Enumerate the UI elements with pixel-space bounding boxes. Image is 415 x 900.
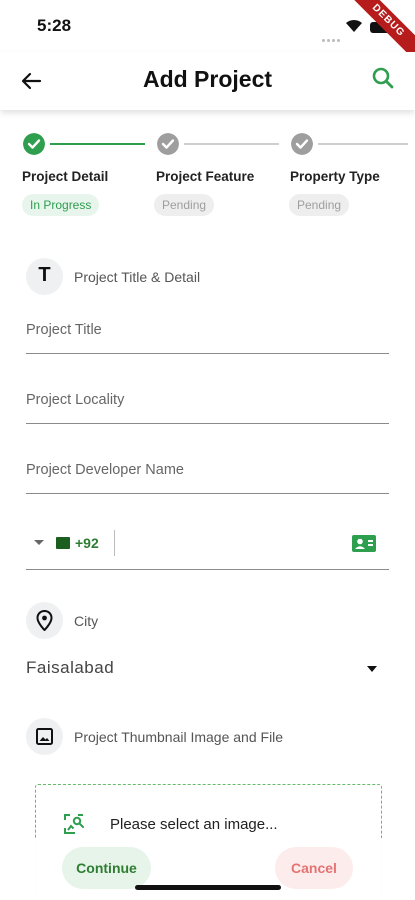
- status-bar: 5:28 DEBUG: [0, 0, 415, 67]
- image-icon: [26, 718, 63, 755]
- upload-prompt: Please select an image...: [110, 816, 278, 833]
- chevron-down-icon[interactable]: [34, 540, 44, 545]
- text-t-icon: T: [26, 258, 63, 295]
- search-icon[interactable]: [369, 64, 397, 92]
- section-label: Project Thumbnail Image and File: [74, 729, 284, 745]
- step-label-property-type: Property Type: [290, 169, 380, 184]
- project-locality-field[interactable]: [26, 374, 389, 424]
- location-pin-icon: [26, 602, 63, 639]
- developer-name-field[interactable]: [26, 444, 389, 494]
- step-label-project-detail: Project Detail: [22, 169, 109, 184]
- status-time: 5:28: [37, 16, 72, 35]
- step-status-badge: In Progress: [22, 194, 100, 216]
- signal-dots-icon: [322, 29, 342, 42]
- check-circle-icon: [23, 133, 45, 155]
- city-select-value[interactable]: Faisalabad: [26, 658, 114, 678]
- project-title-input[interactable]: [26, 304, 389, 353]
- home-indicator: [135, 885, 281, 890]
- step-status-badge: Pending: [154, 194, 215, 216]
- step-status-badge: Pending: [289, 194, 350, 216]
- project-title-field[interactable]: [26, 304, 389, 354]
- footer-actions: Continue Cancel: [0, 838, 415, 900]
- check-circle-icon: [157, 133, 179, 155]
- pakistan-flag-icon[interactable]: [56, 537, 70, 549]
- dropdown-arrow-icon[interactable]: [367, 666, 377, 672]
- page-title: Add Project: [142, 66, 273, 92]
- project-locality-input[interactable]: [26, 374, 389, 423]
- developer-name-input[interactable]: [26, 444, 389, 493]
- contact-card-icon[interactable]: [352, 535, 376, 552]
- phone-number-field[interactable]: +92: [26, 516, 389, 570]
- divider: [114, 530, 115, 556]
- cancel-button[interactable]: Cancel: [275, 847, 353, 889]
- section-label: Project Title & Detail: [74, 269, 201, 285]
- step-connector: [50, 143, 145, 145]
- dial-code[interactable]: +92: [75, 535, 99, 551]
- step-connector: [184, 143, 279, 145]
- progress-stepper: Project Detail In Progress Project Featu…: [0, 130, 415, 220]
- step-label-project-feature: Project Feature: [156, 169, 255, 184]
- continue-button[interactable]: Continue: [62, 847, 151, 889]
- wifi-icon: [346, 19, 362, 32]
- section-label: City: [74, 613, 99, 629]
- image-search-icon: [64, 814, 84, 834]
- app-bar: Add Project: [0, 52, 415, 110]
- text-t-icon-letter: T: [38, 264, 51, 286]
- check-circle-icon: [291, 133, 313, 155]
- step-connector: [318, 143, 408, 145]
